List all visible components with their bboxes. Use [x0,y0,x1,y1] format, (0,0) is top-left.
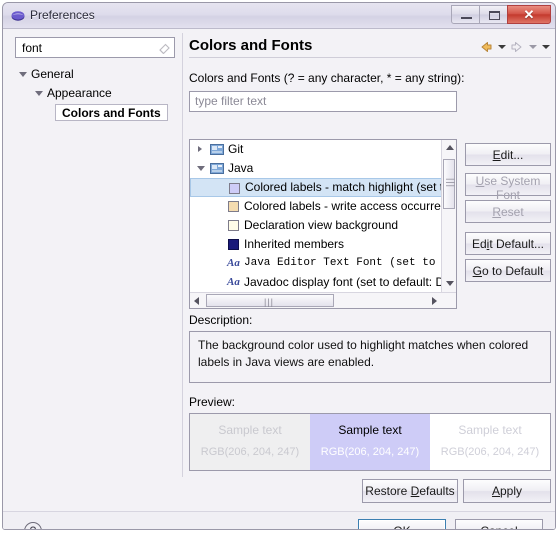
font-aa-icon: Aa [227,257,240,269]
edit-default-button[interactable]: Edit Default... [465,232,551,255]
preferences-filter-box[interactable] [15,37,175,58]
tree-row[interactable]: Colored labels - write access occurrence… [190,197,442,216]
minimize-icon [461,17,472,19]
colors-and-fonts-tree[interactable]: Git Java Colored labels - match highligh… [189,139,457,309]
window-title: Preferences [30,8,95,22]
clear-eraser-icon[interactable] [158,41,171,54]
colors-and-fonts-filter-label: Colors and Fonts (? = any character, * =… [189,71,465,85]
scroll-down-arrow-icon[interactable] [446,281,454,286]
preview-label: Preview: [189,395,236,409]
preview-rgb-value: RGB(206, 204, 247) [440,446,540,458]
use-system-font-button[interactable]: Use System Font [465,173,551,202]
color-swatch [228,239,239,250]
close-button[interactable]: ✕ [507,5,551,24]
font-aa-icon: Aa [227,276,240,288]
reset-button[interactable]: Reset [465,200,551,223]
preview-cell-right: Sample text RGB(206, 204, 247) [430,414,550,470]
tree-item-label: Javadoc display font (set to default: Di… [244,275,442,289]
tree-row[interactable]: Git [190,140,442,159]
ok-button[interactable]: OK [358,519,446,529]
preview-cell-center: Sample text RGB(206, 204, 247) [310,414,430,470]
left-pane: General Appearance Colors and Fonts [9,35,181,475]
preview-rgb-value: RGB(206, 204, 247) [320,446,420,458]
tree-row[interactable]: Inherited members [190,235,442,254]
scroll-right-arrow-icon[interactable] [432,297,437,305]
chevron-down-icon[interactable] [197,166,205,171]
tree-item-label: Colored labels - match highlight (set to… [245,180,442,194]
close-icon: ✕ [523,7,535,22]
dialog-body: General Appearance Colors and Fonts Colo… [3,29,555,529]
preferences-dialog: Preferences ✕ font General Appearance Co… [2,2,556,530]
preferences-filter-input[interactable] [20,40,154,56]
preview-rgb-value: RGB(206, 204, 247) [200,446,300,458]
preview-panel: Sample text RGB(206, 204, 247) Sample te… [189,413,551,471]
title-bar[interactable]: Preferences ✕ [3,3,555,29]
tree-row[interactable]: Java [190,159,442,178]
tree-row[interactable]: Declaration view background [190,216,442,235]
tree-item-label: Colored labels - write access occurrence… [244,199,442,213]
tree-horizontal-scrollbar[interactable]: ||| [190,292,456,308]
nav-item-colors-and-fonts[interactable]: Colors and Fonts [9,103,181,122]
horizontal-scroll-thumb[interactable]: ||| [206,294,334,307]
tree-item-label: Declaration view background [244,218,399,232]
preview-cell-left: Sample text RGB(206, 204, 247) [190,414,310,470]
color-swatch [229,183,240,194]
scroll-thumb-grip: ||| [446,178,456,189]
preview-sample-text: Sample text [338,423,402,437]
nav-item-general[interactable]: General [9,65,181,84]
chevron-down-icon[interactable] [35,91,43,96]
page-nav-controls [478,39,551,55]
color-swatch [228,201,239,212]
pane-divider [182,33,183,477]
tree-item-label: Inherited members [244,237,345,251]
scroll-left-arrow-icon[interactable] [194,297,199,305]
restore-defaults-button[interactable]: Restore Defaults [362,479,458,503]
color-swatch [228,220,239,231]
scroll-thumb-grip: ||| [264,297,275,307]
tree-row[interactable]: Aa Java Editor Text Font (set to defa [190,254,442,273]
back-history-chevron-down-icon[interactable] [496,40,507,54]
preview-sample-text: Sample text [218,423,282,437]
scroll-up-arrow-icon[interactable] [446,145,454,150]
nav-item-general-label: General [31,67,74,81]
tree-vertical-scrollbar[interactable]: ||| [441,140,456,308]
maximize-icon [489,11,500,20]
apply-button[interactable]: Apply [463,479,551,503]
nav-item-appearance-label: Appearance [47,86,112,100]
preview-sample-text: Sample text [458,423,522,437]
description-label: Description: [189,313,253,327]
tree-row-selected[interactable]: Colored labels - match highlight (set to… [190,178,442,197]
tree-items-viewport: Git Java Colored labels - match highligh… [190,140,442,290]
category-folder-icon [210,163,224,174]
vertical-scroll-thumb[interactable]: ||| [443,159,456,209]
category-folder-icon [210,144,224,155]
tree-item-label: Git [228,142,244,156]
edit-button[interactable]: Edit... [465,143,551,166]
forward-arrow-icon [511,42,522,52]
chevron-right-icon[interactable] [198,146,202,152]
forward-history-chevron-down-icon [527,40,538,54]
minimize-button[interactable] [451,5,480,24]
page-title: Colors and Fonts [189,37,313,54]
colors-and-fonts-filter-input[interactable]: type filter text [189,91,457,112]
back-arrow-icon[interactable] [478,39,494,55]
header-divider [189,57,551,58]
eclipse-preferences-icon [11,11,25,21]
maximize-button[interactable] [479,5,508,24]
nav-item-appearance[interactable]: Appearance [9,84,181,103]
preferences-nav-tree[interactable]: General Appearance Colors and Fonts [9,65,181,473]
description-text: The background color used to highlight m… [189,331,551,383]
chevron-down-icon[interactable] [19,72,27,77]
window-controls: ✕ [451,5,551,24]
tree-item-label: Java Editor Text Font (set to defa [244,257,442,269]
nav-item-colors-and-fonts-label: Colors and Fonts [55,104,168,121]
footer: ? OK Cancel [3,512,555,529]
tree-row[interactable]: Aa Javadoc display font (set to default:… [190,273,442,290]
page-menu-chevron-down-icon[interactable] [540,40,551,54]
tree-item-label: Java [228,161,254,175]
cancel-button[interactable]: Cancel [455,519,543,529]
go-to-default-button[interactable]: Go to Default [465,259,551,282]
help-icon[interactable]: ? [24,522,42,529]
